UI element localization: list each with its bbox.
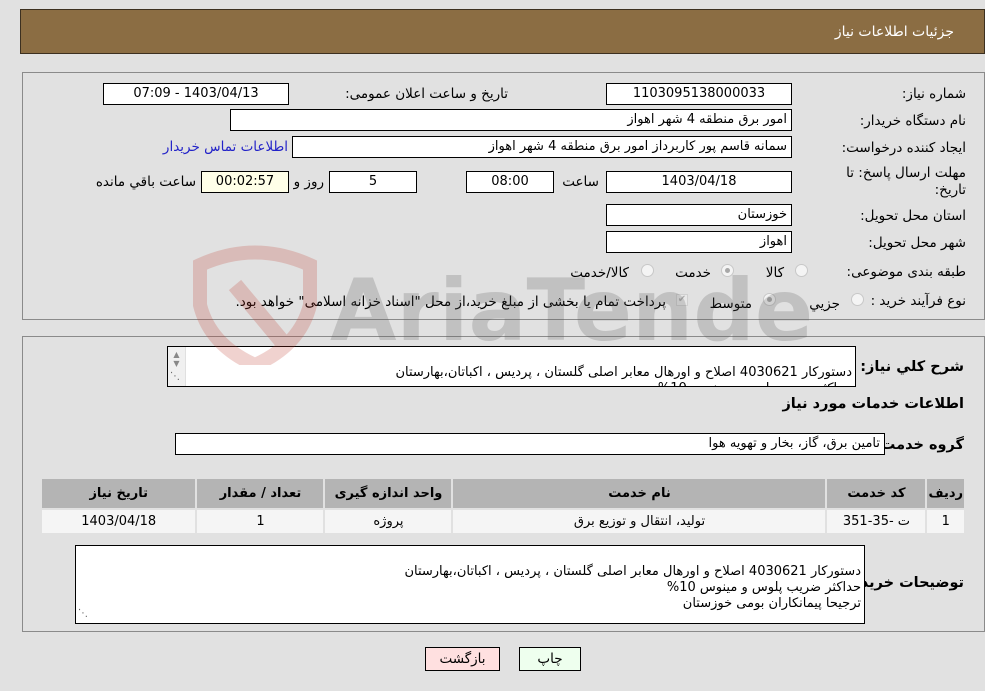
page-title: جزئیات اطلاعات نیاز bbox=[834, 23, 954, 40]
buyer-notes-text: دستورکار 4030621 اصلاح و اورهال معابر اص… bbox=[404, 564, 861, 611]
cell-row-number: 1 bbox=[925, 508, 966, 535]
category-option-goods: کالا bbox=[765, 265, 784, 281]
radio-button[interactable] bbox=[851, 293, 864, 306]
treasury-checkbox[interactable]: ✔ bbox=[676, 292, 688, 307]
need-number-label: شماره نیاز: bbox=[901, 86, 966, 102]
remaining-time-field: 00:02:57 bbox=[201, 171, 289, 193]
radio-button[interactable] bbox=[795, 264, 808, 277]
deadline-time-field[interactable]: 08:00 bbox=[466, 171, 554, 193]
province-label: استان محل تحویل: bbox=[860, 208, 966, 224]
radio-button-checked[interactable] bbox=[721, 264, 734, 277]
city-field[interactable]: اهواز bbox=[606, 231, 792, 253]
check-icon: ✔ bbox=[676, 293, 688, 306]
table-header-row: ردیف کد خدمت نام خدمت واحد اندازه گیری ت… bbox=[39, 477, 966, 510]
buyer-org-field[interactable]: امور برق منطقه 4 شهر اهواز bbox=[230, 109, 792, 131]
process-option-minor: جزيي bbox=[809, 296, 840, 312]
category-radio-goods[interactable] bbox=[795, 263, 808, 278]
cell-service-name: تولید، انتقال و توزیع برق bbox=[451, 508, 828, 535]
buyer-contact-link[interactable]: اطلاعات تماس خریدار bbox=[163, 139, 288, 155]
cell-unit: پروژه bbox=[323, 508, 454, 535]
process-radio-minor[interactable] bbox=[851, 292, 864, 307]
col-header-quantity: تعداد / مقدار bbox=[195, 477, 326, 510]
announce-label: تاریخ و ساعت اعلان عمومی: bbox=[345, 86, 508, 102]
buyer-notes-textarea[interactable]: دستورکار 4030621 اصلاح و اورهال معابر اص… bbox=[75, 545, 865, 624]
requester-field[interactable]: سمانه قاسم پور کاربرداز امور برق منطقه 4… bbox=[292, 136, 792, 158]
cell-quantity: 1 bbox=[195, 508, 326, 535]
announce-datetime-field[interactable]: 1403/04/13 - 07:09 bbox=[103, 83, 289, 105]
col-header-need-date: تاریخ نیاز bbox=[39, 477, 198, 510]
service-group-label: گروه خدمت: bbox=[874, 437, 964, 453]
process-label: نوع فرآیند خرید : bbox=[870, 293, 966, 309]
deadline-date-field[interactable]: 1403/04/18 bbox=[606, 171, 792, 193]
resize-grip-icon[interactable]: ⋰ bbox=[78, 606, 88, 622]
radio-button[interactable] bbox=[641, 264, 654, 277]
treasury-note: پرداخت تمام یا بخشی از مبلغ خرید،از محل … bbox=[235, 294, 666, 310]
process-option-medium: متوسط bbox=[709, 296, 752, 312]
radio-button-checked[interactable] bbox=[763, 293, 776, 306]
province-field[interactable]: خوزستان bbox=[606, 204, 792, 226]
city-label: شهر محل تحویل: bbox=[868, 235, 966, 251]
description-label: شرح کلي نياز: bbox=[860, 359, 964, 375]
category-option-goods-service: کالا/خدمت bbox=[570, 265, 629, 281]
category-label: طبقه بندی موضوعی: bbox=[846, 264, 966, 280]
requester-label: ایجاد کننده درخواست: bbox=[841, 140, 966, 156]
remaining-label: ساعت باقي مانده bbox=[95, 174, 196, 190]
col-header-row-number: ردیف bbox=[925, 477, 966, 510]
category-radio-service[interactable] bbox=[721, 263, 734, 278]
page-header: جزئیات اطلاعات نیاز bbox=[20, 9, 985, 54]
back-button[interactable]: بازگشت bbox=[425, 647, 500, 671]
process-radio-medium[interactable] bbox=[763, 292, 776, 307]
resize-grip-icon[interactable]: ⋰ bbox=[170, 369, 180, 385]
print-button[interactable]: چاپ bbox=[519, 647, 581, 671]
table-row: 1 ت -35-351 تولید، انتقال و توزیع برق پر… bbox=[39, 508, 966, 535]
need-details-panel: شماره نیاز: 1103095138000033 تاریخ و ساع… bbox=[22, 72, 985, 320]
col-header-unit: واحد اندازه گیری bbox=[323, 477, 454, 510]
services-heading: اطلاعات خدمات مورد نیاز bbox=[782, 396, 964, 412]
category-radio-goods-service[interactable] bbox=[641, 263, 654, 278]
col-header-service-code: کد خدمت bbox=[825, 477, 928, 510]
deadline-label: مهلت ارسال پاسخ: تا تاریخ: bbox=[846, 165, 966, 198]
deadline-time-label: ساعت bbox=[562, 174, 599, 190]
days-field[interactable]: 5 bbox=[329, 171, 417, 193]
description-text: دستورکار 4030621 اصلاح و اورهال معابر اص… bbox=[395, 365, 852, 386]
services-table: ردیف کد خدمت نام خدمت واحد اندازه گیری ت… bbox=[39, 477, 966, 535]
cell-service-code: ت -35-351 bbox=[825, 508, 928, 535]
services-panel: شرح کلي نياز: دستورکار 4030621 اصلاح و ا… bbox=[22, 336, 985, 632]
service-group-field[interactable]: تامین برق، گاز، بخار و تهویه هوا bbox=[175, 433, 885, 455]
description-textarea[interactable]: دستورکار 4030621 اصلاح و اورهال معابر اص… bbox=[167, 346, 856, 387]
col-header-service-name: نام خدمت bbox=[451, 477, 828, 510]
category-option-service: خدمت bbox=[675, 265, 711, 281]
days-label: روز و bbox=[293, 174, 324, 190]
cell-need-date: 1403/04/18 bbox=[39, 508, 198, 535]
need-number-field[interactable]: 1103095138000033 bbox=[606, 83, 792, 105]
buyer-org-label: نام دستگاه خریدار: bbox=[859, 113, 966, 129]
